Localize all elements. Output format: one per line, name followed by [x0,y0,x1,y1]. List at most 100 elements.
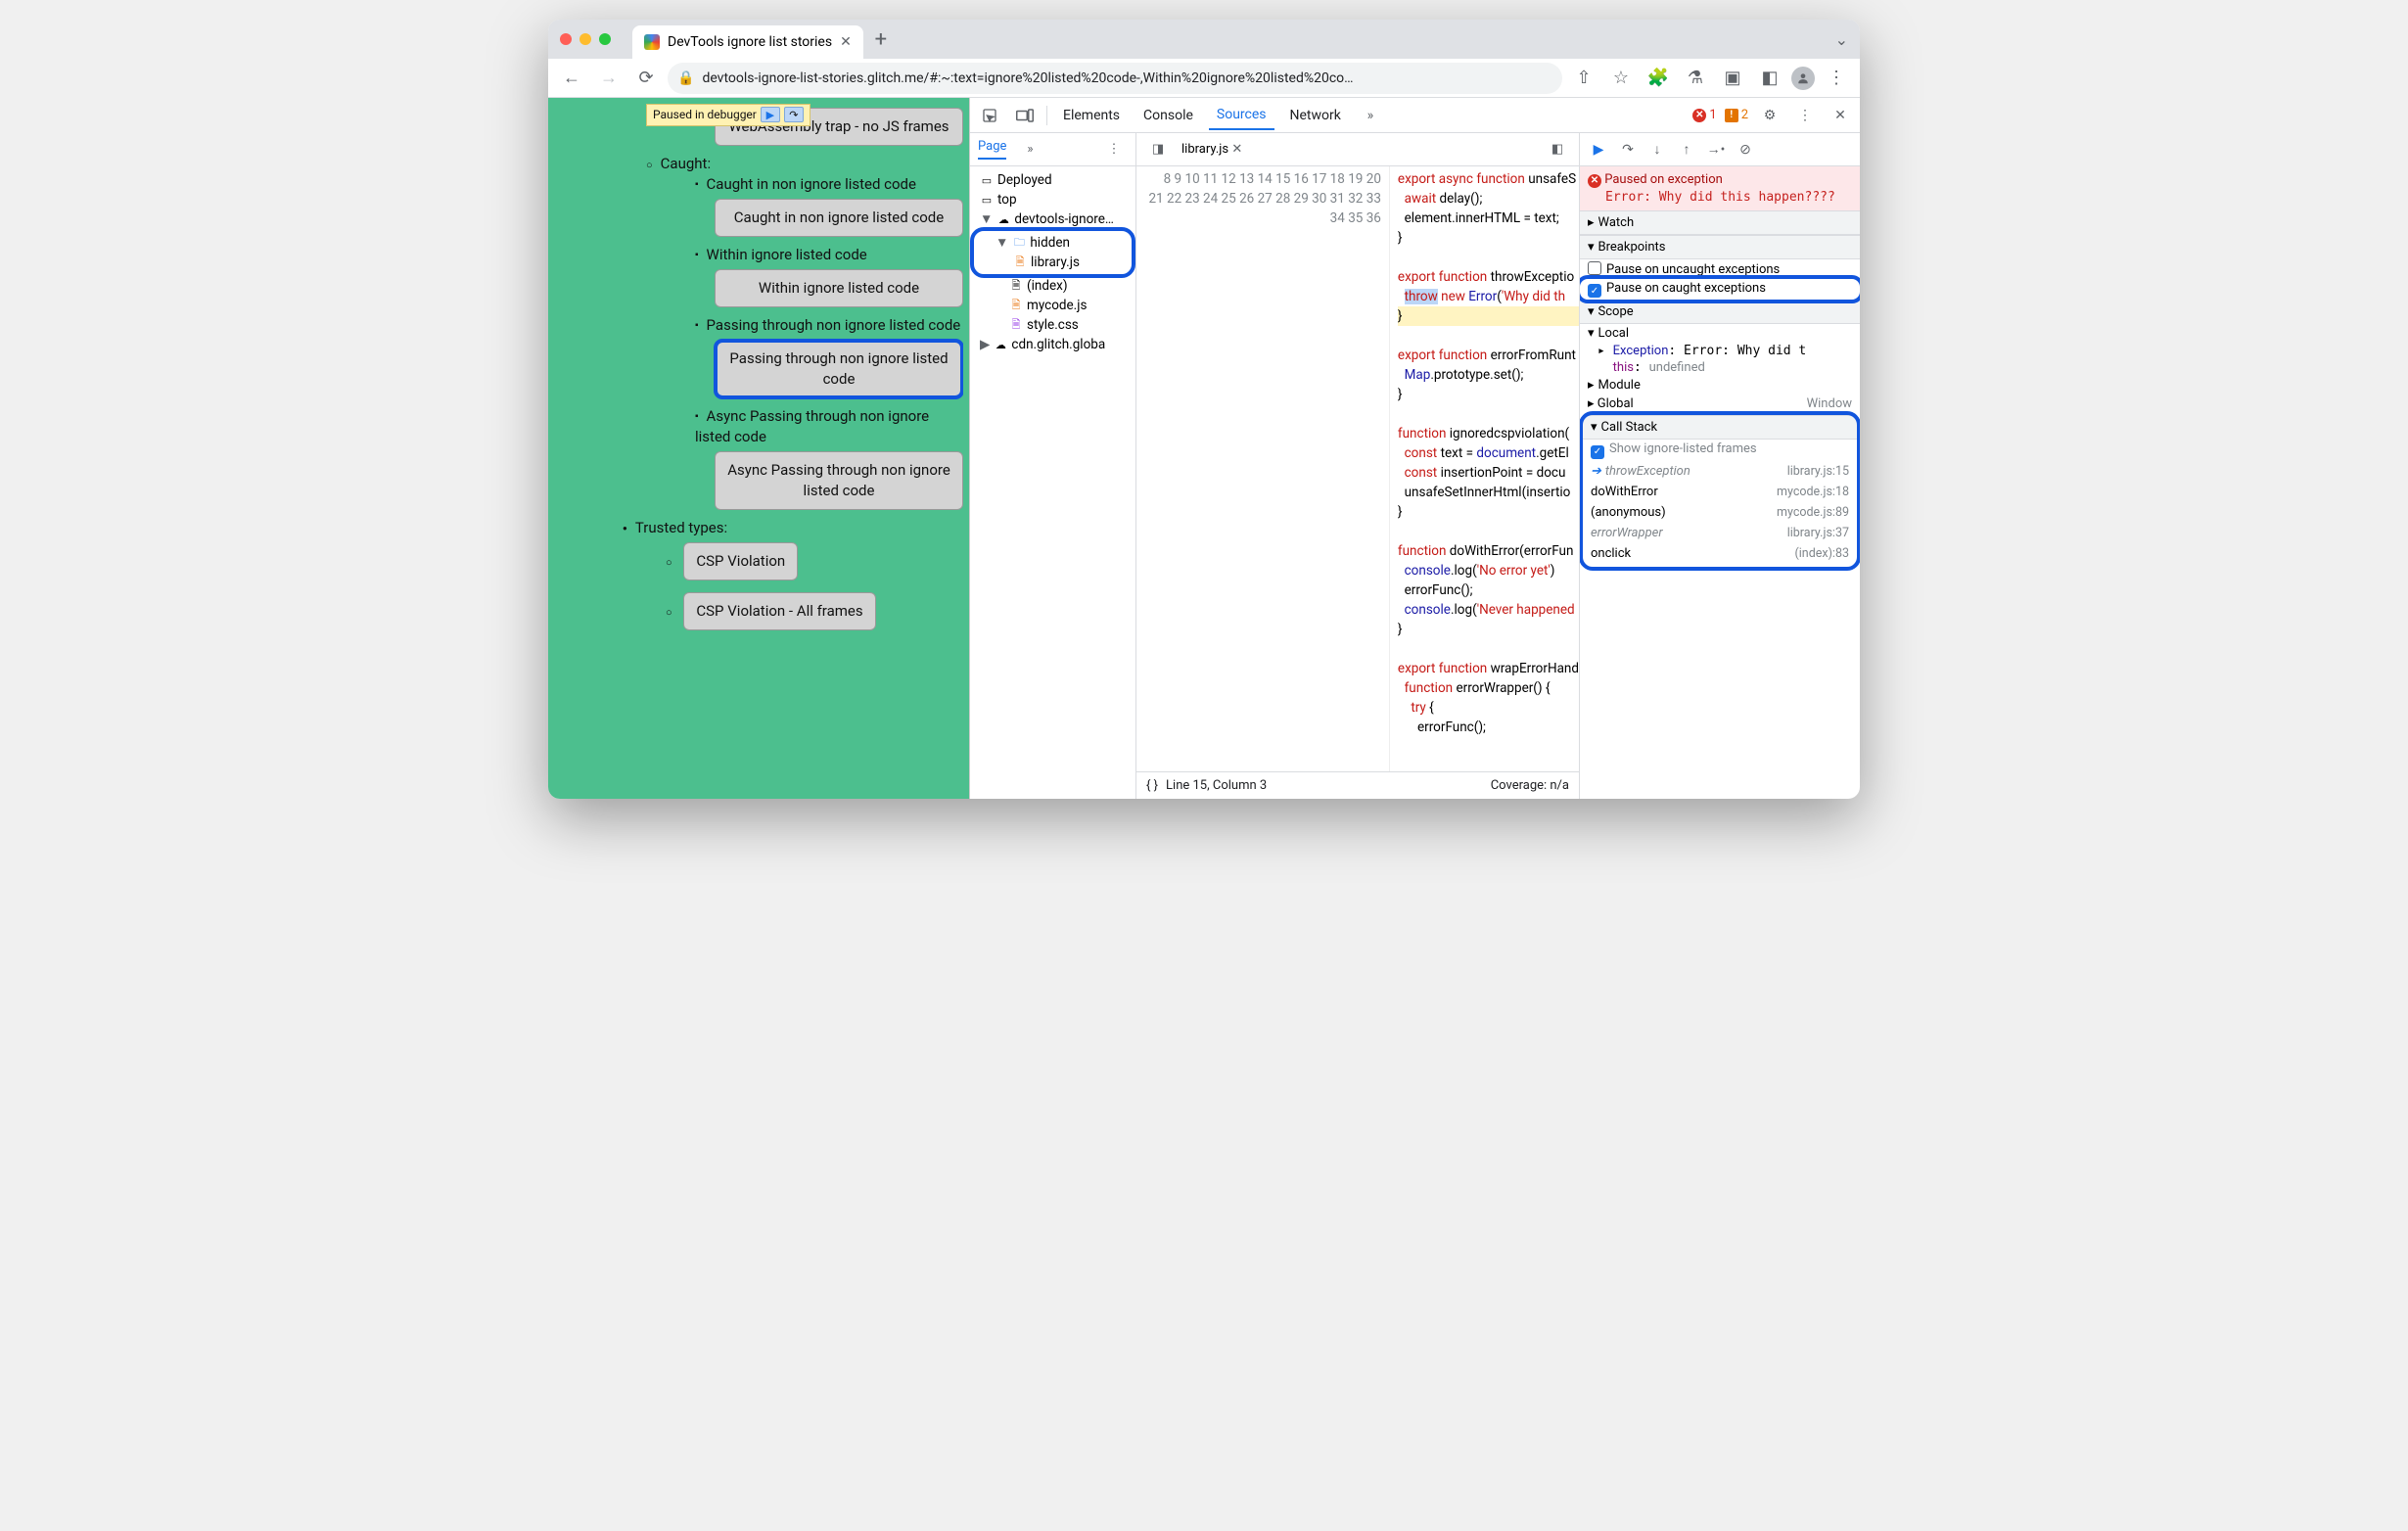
tab-sources[interactable]: Sources [1209,101,1274,130]
scope-global[interactable]: ▸ GlobalWindow [1580,394,1860,413]
tree-file-style[interactable]: 🗎style.css [970,315,1135,335]
close-file-icon[interactable]: ✕ [1231,142,1242,157]
page-button[interactable]: Async Passing through non ignore listed … [715,451,963,510]
toggle-debugger-icon[interactable]: ◧ [1544,136,1571,163]
tree-cdn[interactable]: ▶☁cdn.glitch.globa [970,335,1135,354]
sources-navigator: Page » ⋮ ▭Deployed ▭top ▼☁devtools-ignor… [970,133,1136,799]
minimize-window-button[interactable] [579,33,591,45]
url-text: devtools-ignore-list-stories.glitch.me/#… [702,70,1353,86]
list-item [666,551,680,572]
tree-deployed[interactable]: ▭Deployed [970,170,1135,190]
reload-button[interactable]: ⟳ [630,63,662,94]
code-viewer[interactable]: 8 9 10 11 12 13 14 15 16 17 18 19 20 21 … [1136,166,1579,771]
page-button[interactable]: CSP Violation - All frames [683,592,875,630]
side-panel-icon[interactable]: ◧ [1754,63,1785,94]
tree-folder-hidden[interactable]: ▼🗀hidden [974,233,1132,253]
scope-module[interactable]: ▸ Module [1580,376,1860,394]
scope-local[interactable]: ▾ Local [1580,324,1860,343]
call-stack-frame[interactable]: doWithErrormycode.js:18 [1583,482,1857,502]
tree-file-library[interactable]: 🗎library.js [974,253,1132,272]
back-button[interactable]: ← [556,63,587,94]
browser-tab[interactable]: DevTools ignore list stories ✕ [632,25,863,59]
step-button[interactable]: →• [1703,137,1729,162]
overlay-step-button[interactable]: ↷ [784,107,804,122]
page-button[interactable]: CSP Violation [683,542,798,580]
pause-overlay-label: Paused in debugger [653,107,757,123]
navigator-menu-icon[interactable]: ⋮ [1100,136,1128,163]
tab-title: DevTools ignore list stories [668,34,832,50]
editor-tab[interactable]: library.js ✕ [1181,142,1242,157]
device-toolbar-icon[interactable] [1011,102,1039,129]
scope-section[interactable]: ▾ Scope [1580,300,1860,324]
content-area: Paused in debugger ▶ ↷ WebAssembly trap … [548,98,1860,799]
coverage-status: Coverage: n/a [1491,778,1569,793]
step-out-button[interactable]: ↑ [1674,137,1699,162]
settings-icon[interactable]: ⚙ [1756,102,1783,129]
call-stack-section[interactable]: ▾ Call Stack [1583,415,1857,440]
devtools-extension-icon[interactable]: ▣ [1717,63,1748,94]
issues-badge[interactable]: !2 [1725,108,1748,122]
navigator-more-icon[interactable]: » [1016,136,1043,163]
more-tabs-icon[interactable]: » [1357,102,1384,129]
close-devtools-icon[interactable]: ✕ [1827,102,1854,129]
maximize-window-button[interactable] [599,33,611,45]
share-icon[interactable]: ⇧ [1568,63,1599,94]
call-stack-highlight: ▾ Call Stack ✓Show ignore-listed frames … [1583,415,1857,567]
page-button[interactable]: Caught in non ignore listed code [715,199,963,237]
step-over-button[interactable]: ↷ [1615,137,1641,162]
pause-reason-message: Error: Why did this happen???? [1605,190,1852,205]
list-item: Async Passing through non ignore listed … [695,406,963,447]
navigator-tab-page[interactable]: Page [978,139,1006,160]
scope-this: this: undefined [1580,359,1860,376]
tab-strip: DevTools ignore list stories ✕ + [632,20,895,59]
page-button-highlighted[interactable]: Passing through non ignore listed code [715,340,963,398]
tree-top[interactable]: ▭top [970,190,1135,209]
deactivate-breakpoints-button[interactable]: ⊘ [1733,137,1758,162]
pause-overlay: Paused in debugger ▶ ↷ [646,104,810,126]
debugger-sidebar: ▶ ↷ ↓ ↑ →• ⊘ ✕ Paused on exception Error… [1580,133,1860,799]
bp-uncaught-row[interactable]: Pause on uncaught exceptions [1580,259,1860,279]
overlay-resume-button[interactable]: ▶ [761,107,780,122]
bookmark-icon[interactable]: ☆ [1605,63,1637,94]
tab-elements[interactable]: Elements [1055,102,1128,129]
page-button[interactable]: Within ignore listed code [715,269,963,307]
lock-icon: 🔒 [677,70,694,86]
call-stack-frame[interactable]: (anonymous)mycode.js:89 [1583,502,1857,523]
tab-console[interactable]: Console [1135,102,1201,129]
watch-section[interactable]: ▸ Watch [1580,210,1860,235]
tree-origin[interactable]: ▼☁devtools-ignore… [970,209,1135,229]
profile-avatar-icon[interactable] [1791,67,1815,90]
favicon-icon [644,34,660,50]
step-into-button[interactable]: ↓ [1644,137,1670,162]
pause-reason-title: Paused on exception [1604,172,1723,187]
address-bar[interactable]: 🔒 devtools-ignore-list-stories.glitch.me… [668,63,1562,94]
tab-overflow-icon[interactable]: ⌄ [1835,30,1848,49]
new-tab-button[interactable]: + [867,25,895,53]
tab-network[interactable]: Network [1282,102,1349,129]
labs-icon[interactable]: ⚗ [1680,63,1711,94]
browser-window: DevTools ignore list stories ✕ + ⌄ ← → ⟳… [548,20,1860,799]
format-icon[interactable]: { } [1146,778,1158,793]
breakpoints-section[interactable]: ▾ Breakpoints [1580,235,1860,259]
inspect-element-icon[interactable] [976,102,1003,129]
close-tab-icon[interactable]: ✕ [840,34,852,50]
resume-button[interactable]: ▶ [1586,137,1611,162]
bp-caught-row[interactable]: ✓Pause on caught exceptions [1580,279,1860,301]
call-stack-frame[interactable]: onclick(index):83 [1583,543,1857,564]
close-window-button[interactable] [560,33,572,45]
devtools-panel: Elements Console Sources Network » ✕1 !2… [969,98,1860,799]
tree-file-index[interactable]: 🗎(index) [970,276,1135,296]
tree-file-mycode[interactable]: 🗎mycode.js [970,296,1135,315]
list-item [666,601,680,622]
sources-editor: ◨ library.js ✕ ◧ 8 9 10 11 12 13 14 15 1… [1136,133,1580,799]
toggle-navigator-icon[interactable]: ◨ [1144,136,1172,163]
scope-exception[interactable]: ▸ Exception: Exception: Error: Why did t… [1580,343,1860,359]
devtools-menu-icon[interactable]: ⋮ [1791,102,1819,129]
browser-menu-icon[interactable]: ⋮ [1821,63,1852,94]
browser-toolbar: ← → ⟳ 🔒 devtools-ignore-list-stories.gli… [548,59,1860,98]
errors-badge[interactable]: ✕1 [1692,108,1716,122]
call-stack-frame[interactable]: errorWrapperlibrary.js:37 [1583,523,1857,543]
call-stack-frame[interactable]: ➔throwExceptionlibrary.js:15 [1583,461,1857,482]
extensions-icon[interactable]: 🧩 [1643,63,1674,94]
show-ignore-toggle[interactable]: ✓Show ignore-listed frames [1583,440,1857,461]
